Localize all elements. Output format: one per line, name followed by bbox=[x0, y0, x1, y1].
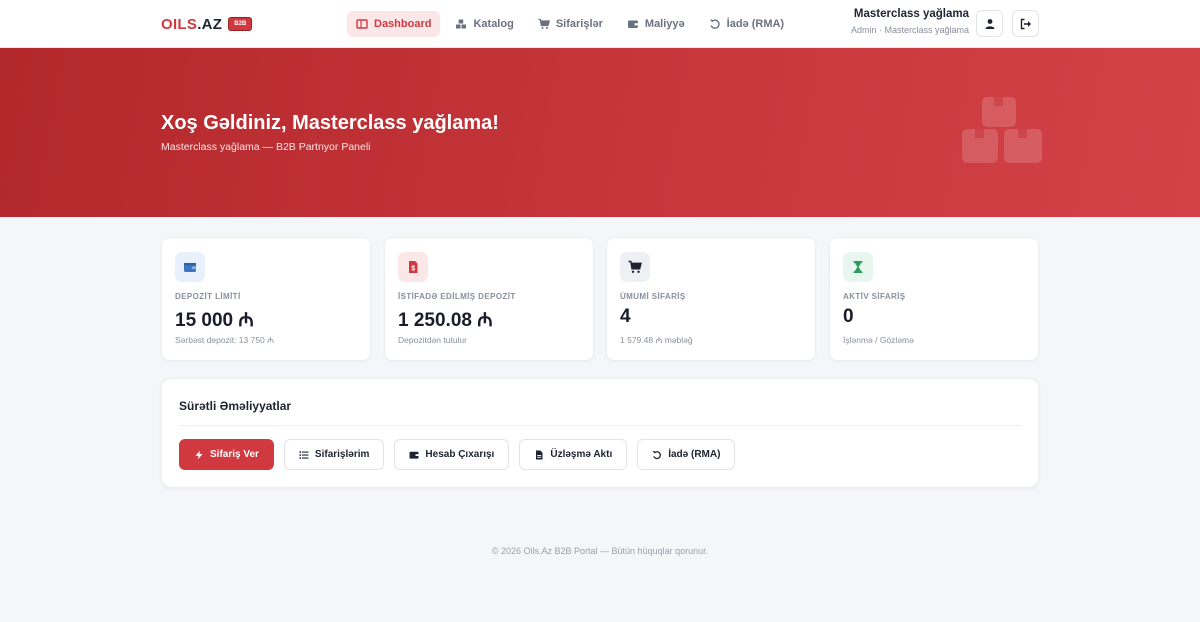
account-statement-label: Hesab Çıxarışı bbox=[425, 449, 495, 460]
invoice-dollar-icon: $ bbox=[409, 261, 418, 273]
stat-card-deposit-limit: DEPOZİT LİMİTİ 15 000 ₼ Sərbəst depozit:… bbox=[161, 237, 371, 361]
undo-icon bbox=[709, 18, 721, 30]
stat-value: 4 bbox=[620, 306, 631, 327]
top-navbar: OILS.AZ B2B Dashboard Katalog Sifarişlər bbox=[0, 0, 1200, 48]
place-order-label: Sifariş Ver bbox=[210, 449, 259, 460]
quick-actions-row: Sifariş Ver Sifarişlərim Hesab Çıxarışı … bbox=[179, 439, 736, 470]
stat-note: İşlənmə / Gözləmə bbox=[843, 335, 914, 345]
stat-card-used-deposit: $ İSTİFADƏ EDİLMİŞ DEPOZİT 1 250.08 ₼ De… bbox=[384, 237, 594, 361]
cart-icon bbox=[538, 18, 550, 30]
nav-katalog-label: Katalog bbox=[473, 18, 514, 30]
nav-orders-label: Sifarişlər bbox=[555, 18, 603, 30]
quick-actions-title: Sürətli Əməliyyatlar bbox=[179, 399, 292, 413]
account-statement-button[interactable]: Hesab Çıxarışı bbox=[394, 439, 510, 470]
logout-icon bbox=[1020, 18, 1031, 29]
wallet-icon bbox=[627, 18, 639, 30]
nav-orders[interactable]: Sifarişlər bbox=[529, 11, 612, 37]
stat-note: Sərbəst depozit: 13 750 ₼ bbox=[175, 335, 275, 345]
file-icon bbox=[536, 450, 543, 459]
boxes-icon bbox=[455, 18, 467, 30]
footer-copyright: © 2026 Oils.Az B2B Portal — Bütün hüquql… bbox=[491, 546, 709, 556]
stat-icon-bg bbox=[175, 252, 205, 282]
main-nav: Dashboard Katalog Sifarişlər Maliyyə İad… bbox=[347, 11, 793, 37]
stat-label: ÜMUMİ SİFARİŞ bbox=[620, 292, 686, 301]
stat-icon-bg: $ bbox=[398, 252, 428, 282]
bolt-icon bbox=[195, 450, 203, 459]
brand-logo[interactable]: OILS.AZ B2B bbox=[161, 14, 253, 34]
wallet-icon bbox=[184, 263, 196, 272]
rma-label: İadə (RMA) bbox=[668, 449, 721, 460]
user-name: Masterclass yağlama bbox=[853, 8, 969, 20]
stat-value: 0 bbox=[843, 306, 854, 327]
reconciliation-act-button[interactable]: Üzləşmə Aktı bbox=[519, 439, 628, 470]
place-order-button[interactable]: Sifariş Ver bbox=[179, 439, 274, 470]
my-orders-button[interactable]: Sifarişlərim bbox=[283, 439, 385, 470]
hero-subtitle: Masterclass yağlama — B2B Partnyor Panel… bbox=[161, 141, 371, 153]
welcome-hero: Xoş Gəldiniz, Masterclass yağlama! Maste… bbox=[0, 48, 1200, 217]
nav-katalog[interactable]: Katalog bbox=[446, 11, 522, 37]
brand-name-az: .AZ bbox=[197, 15, 223, 33]
brand-badge: B2B bbox=[228, 17, 253, 31]
logout-button[interactable] bbox=[1012, 10, 1039, 37]
stat-icon-bg bbox=[843, 252, 873, 282]
undo-icon bbox=[652, 450, 662, 459]
stat-value: 15 000 ₼ bbox=[175, 310, 254, 331]
nav-rma-label: İadə (RMA) bbox=[726, 18, 785, 30]
rma-button[interactable]: İadə (RMA) bbox=[637, 439, 736, 470]
svg-text:$: $ bbox=[411, 266, 415, 273]
my-orders-label: Sifarişlərim bbox=[314, 449, 370, 460]
nav-finance-label: Maliyyə bbox=[644, 18, 685, 30]
stat-card-total-orders: ÜMUMİ SİFARİŞ 4 1 579.48 ₼ məbləğ bbox=[606, 237, 816, 361]
hourglass-icon bbox=[853, 261, 863, 273]
nav-dashboard-label: Dashboard bbox=[374, 18, 432, 30]
stat-note: Depozitdən tutulur bbox=[398, 335, 467, 345]
divider bbox=[179, 425, 1021, 426]
quick-actions-panel: Sürətli Əməliyyatlar Sifariş Ver Sifariş… bbox=[161, 378, 1039, 488]
stat-label: AKTİV SİFARİŞ bbox=[843, 292, 906, 301]
user-role: Admin · Masterclass yağlama bbox=[850, 25, 969, 35]
nav-rma[interactable]: İadə (RMA) bbox=[700, 11, 793, 37]
nav-finance[interactable]: Maliyyə bbox=[618, 11, 694, 37]
profile-button[interactable] bbox=[976, 10, 1003, 37]
boxes-icon bbox=[962, 97, 1042, 163]
wallet-icon bbox=[409, 451, 419, 459]
dashboard-icon bbox=[356, 18, 368, 30]
user-info: Masterclass yağlama Admin · Masterclass … bbox=[851, 8, 969, 35]
stat-icon-bg bbox=[620, 252, 650, 282]
cart-icon bbox=[628, 260, 642, 273]
stat-value: 1 250.08 ₼ bbox=[398, 310, 493, 331]
hero-title: Xoş Gəldiniz, Masterclass yağlama! bbox=[161, 112, 499, 134]
reconciliation-act-label: Üzləşmə Aktı bbox=[550, 449, 613, 460]
stat-card-active-orders: AKTİV SİFARİŞ 0 İşlənmə / Gözləmə bbox=[829, 237, 1039, 361]
stat-label: İSTİFADƏ EDİLMİŞ DEPOZİT bbox=[398, 292, 516, 301]
user-icon bbox=[985, 18, 994, 29]
brand-name-oils: OILS bbox=[161, 15, 198, 33]
list-icon bbox=[299, 450, 309, 459]
stat-label: DEPOZİT LİMİTİ bbox=[175, 292, 241, 301]
nav-dashboard[interactable]: Dashboard bbox=[347, 11, 441, 37]
stat-note: 1 579.48 ₼ məbləğ bbox=[620, 335, 693, 345]
